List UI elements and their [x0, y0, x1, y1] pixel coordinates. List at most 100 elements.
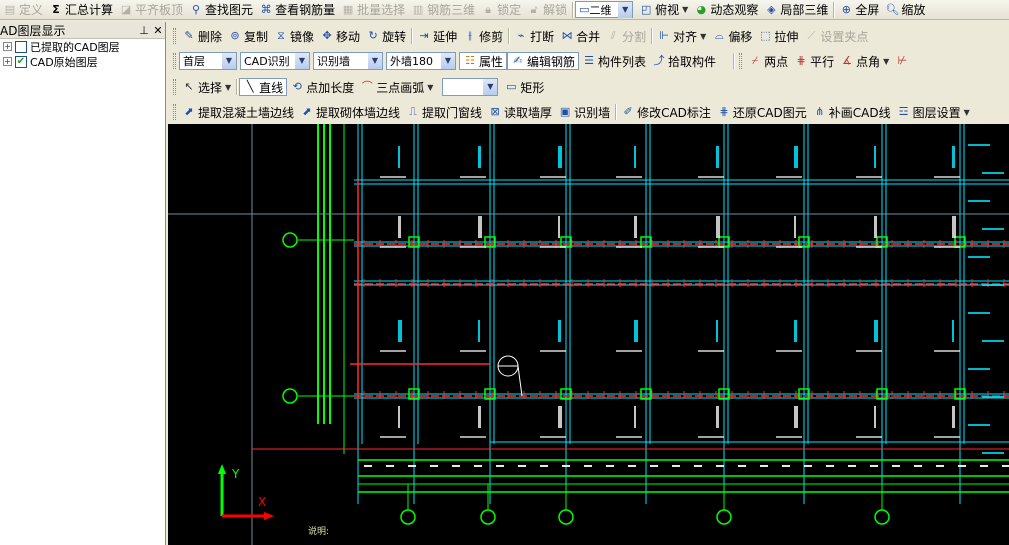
set-grip-button[interactable]: ⟋ 设置夹点 [801, 27, 871, 45]
annotation-mark [980, 465, 988, 467]
layer-settings-button[interactable]: ☲ 图层设置 ▼ [894, 103, 973, 121]
annotation-mark [968, 312, 990, 314]
toolbar-grip[interactable] [739, 53, 743, 69]
rebar-3d-button[interactable]: ▥ 钢筋三维 [408, 1, 478, 19]
pin-icon[interactable]: ⊥ [137, 24, 151, 37]
annotation-mark [934, 246, 960, 248]
draw-cad-line-button[interactable]: ⋔ 补画CAD线 [810, 103, 894, 121]
extend-button[interactable]: ⇥ 延伸 [414, 27, 460, 45]
chevron-down-icon: ▼ [368, 53, 382, 69]
pick-component-button[interactable]: ⤴ 拾取构件 [649, 52, 719, 70]
annotation-mark [540, 350, 566, 352]
annotation-mark [474, 465, 482, 467]
trim-button[interactable]: ⫲ 修剪 [460, 27, 506, 45]
annotation-mark [478, 146, 481, 168]
point-angle-button[interactable]: ∡ 点角 ▼ [837, 52, 892, 70]
batch-select-button[interactable]: ▦ 批量选择 [338, 1, 408, 19]
layer-panel: AD图层显示 ⊥ ✕ + 已提取的CAD图层 + ✔ CAD原始图层 [0, 22, 166, 545]
arc-option-select[interactable]: ▼ [442, 78, 499, 96]
toolbar-grip[interactable] [173, 28, 176, 44]
three-point-axis-button[interactable]: ⊬ [892, 52, 912, 70]
lock-button[interactable]: 🔒︎ 锁定 [478, 1, 524, 19]
select-button[interactable]: ↖ 选择 ▼ [179, 78, 234, 96]
view-mode-select[interactable]: ▭ 二维 ▼ [575, 1, 634, 18]
toolbar-grip[interactable] [173, 104, 176, 120]
fullscreen-button[interactable]: ⊕ 全屏 [836, 1, 882, 19]
arc-icon: ⌒ [361, 80, 373, 93]
properties-icon: ☷ [465, 54, 475, 67]
annotation-mark [460, 246, 486, 248]
annotation-mark [856, 436, 882, 438]
recognize-wall-button[interactable]: ▣ 识别墙 [555, 103, 613, 121]
read-wall-thickness-button[interactable]: ⊠ 读取墙厚 [485, 103, 555, 121]
view-rebar-button[interactable]: ⌘ 查看钢筋量 [256, 1, 338, 19]
three-point-arc-button[interactable]: ⌒ 三点画弧 ▼ [357, 78, 436, 96]
merge-button[interactable]: ⋈ 合并 [557, 27, 603, 45]
define-button[interactable]: ▤ 定义 [0, 1, 46, 19]
annotation-mark [698, 436, 724, 438]
layers-icon: ☲ [898, 105, 909, 118]
split-button[interactable]: ⫽ 分割 [603, 27, 649, 45]
axis-x-label: X [258, 495, 266, 509]
break-button[interactable]: ⌁ 打断 [511, 27, 557, 45]
floor-select[interactable]: 首层 ▼ [179, 52, 237, 70]
close-icon[interactable]: ✕ [151, 24, 165, 37]
annotation-mark [398, 216, 401, 238]
delete-button[interactable]: ✎ 删除 [179, 27, 225, 45]
orbit-icon: ◕ [696, 2, 707, 16]
layer-checkbox[interactable] [15, 40, 27, 53]
cad-recog-select[interactable]: CAD识别 ▼ [240, 52, 310, 70]
edit-rebar-button[interactable]: ✍ 编辑钢筋 [507, 52, 580, 70]
unlock-button[interactable]: 🔓︎ 解锁 [524, 1, 570, 19]
cad-drawing-canvas[interactable]: Y X 说明: [168, 124, 1009, 545]
line-button[interactable]: ╲ 直线 [239, 78, 288, 96]
annotation-mark [952, 406, 955, 428]
toolbar-grip[interactable] [173, 53, 176, 69]
parallel-button[interactable]: ⋕ 平行 [791, 52, 837, 70]
two-points-button[interactable]: ⌿ 两点 [745, 52, 791, 70]
align-button[interactable]: ⊩ 对齐 ▼ [654, 27, 709, 45]
toolbar-grip[interactable] [173, 79, 176, 95]
modify-cad-label-button[interactable]: ✐ 修改CAD标注 [618, 103, 714, 121]
top-view-button[interactable]: ◰ 俯视 ▼ [636, 1, 691, 19]
find-element-button[interactable]: ⚲ 查找图元 [186, 1, 256, 19]
annotation-mark [716, 465, 724, 467]
mirror-button[interactable]: ⧖ 镜像 [271, 27, 317, 45]
restore-cad-button[interactable]: ⋕ 还原CAD图元 [714, 103, 810, 121]
annotation-mark [518, 465, 526, 467]
restore-icon: ⋕ [719, 105, 729, 118]
expand-icon[interactable]: + [3, 42, 12, 51]
zoom-button[interactable]: 🔍︎ 缩放 [882, 1, 928, 19]
component-list-button[interactable]: ☰ 构件列表 [579, 52, 649, 70]
tree-item-extracted-layers[interactable]: + 已提取的CAD图层 [0, 39, 165, 54]
sum-calc-button[interactable]: Σ 汇总计算 [46, 1, 116, 19]
recog-wall-select[interactable]: 识别墙 ▼ [313, 52, 383, 70]
layer-checkbox-checked[interactable]: ✔ [15, 55, 27, 68]
panel-header: AD图层显示 ⊥ ✕ [0, 22, 165, 39]
rectangle-button[interactable]: ▭ 矩形 [501, 78, 547, 96]
wall-type-select[interactable]: 外墙180 ▼ [386, 52, 456, 70]
flat-board-button[interactable]: ◪ 平齐板顶 [116, 1, 186, 19]
add-length-button[interactable]: ⟲ 点加长度 [287, 78, 357, 96]
expand-icon[interactable]: + [3, 57, 12, 66]
axis-bubble [400, 509, 416, 525]
properties-button[interactable]: ☷ 属性 [459, 52, 508, 70]
rotate-button[interactable]: ↻ 旋转 [363, 27, 409, 45]
dynamic-view-button[interactable]: ◕ 动态观察 [691, 1, 761, 19]
rebar-icon: ⌘ [260, 2, 272, 16]
offset-button[interactable]: ⌓ 偏移 [709, 27, 755, 45]
local-3d-button[interactable]: ◈ 局部三维 [761, 1, 831, 19]
copy-button[interactable]: ⊚ 复制 [225, 27, 271, 45]
extract-masonry-wall-button[interactable]: ⬈ 提取砌体墙边线 [297, 103, 403, 121]
dropdown-caret-icon: ▼ [700, 31, 707, 41]
extract-door-window-button[interactable]: ⎍ 提取门窗线 [403, 103, 485, 121]
annotation-mark [952, 146, 955, 168]
cad-drawing[interactable]: Y X 说明: [168, 124, 1009, 545]
annotation-mark [874, 320, 878, 342]
tree-item-original-layers[interactable]: + ✔ CAD原始图层 [0, 54, 165, 69]
annotation-mark [856, 246, 882, 248]
move-button[interactable]: ✥ 移动 [317, 27, 363, 45]
stretch-button[interactable]: ⬚ 拉伸 [755, 27, 801, 45]
extract-concrete-wall-button[interactable]: ⬈ 提取混凝土墙边线 [179, 103, 297, 121]
annotation-mark [914, 465, 922, 467]
